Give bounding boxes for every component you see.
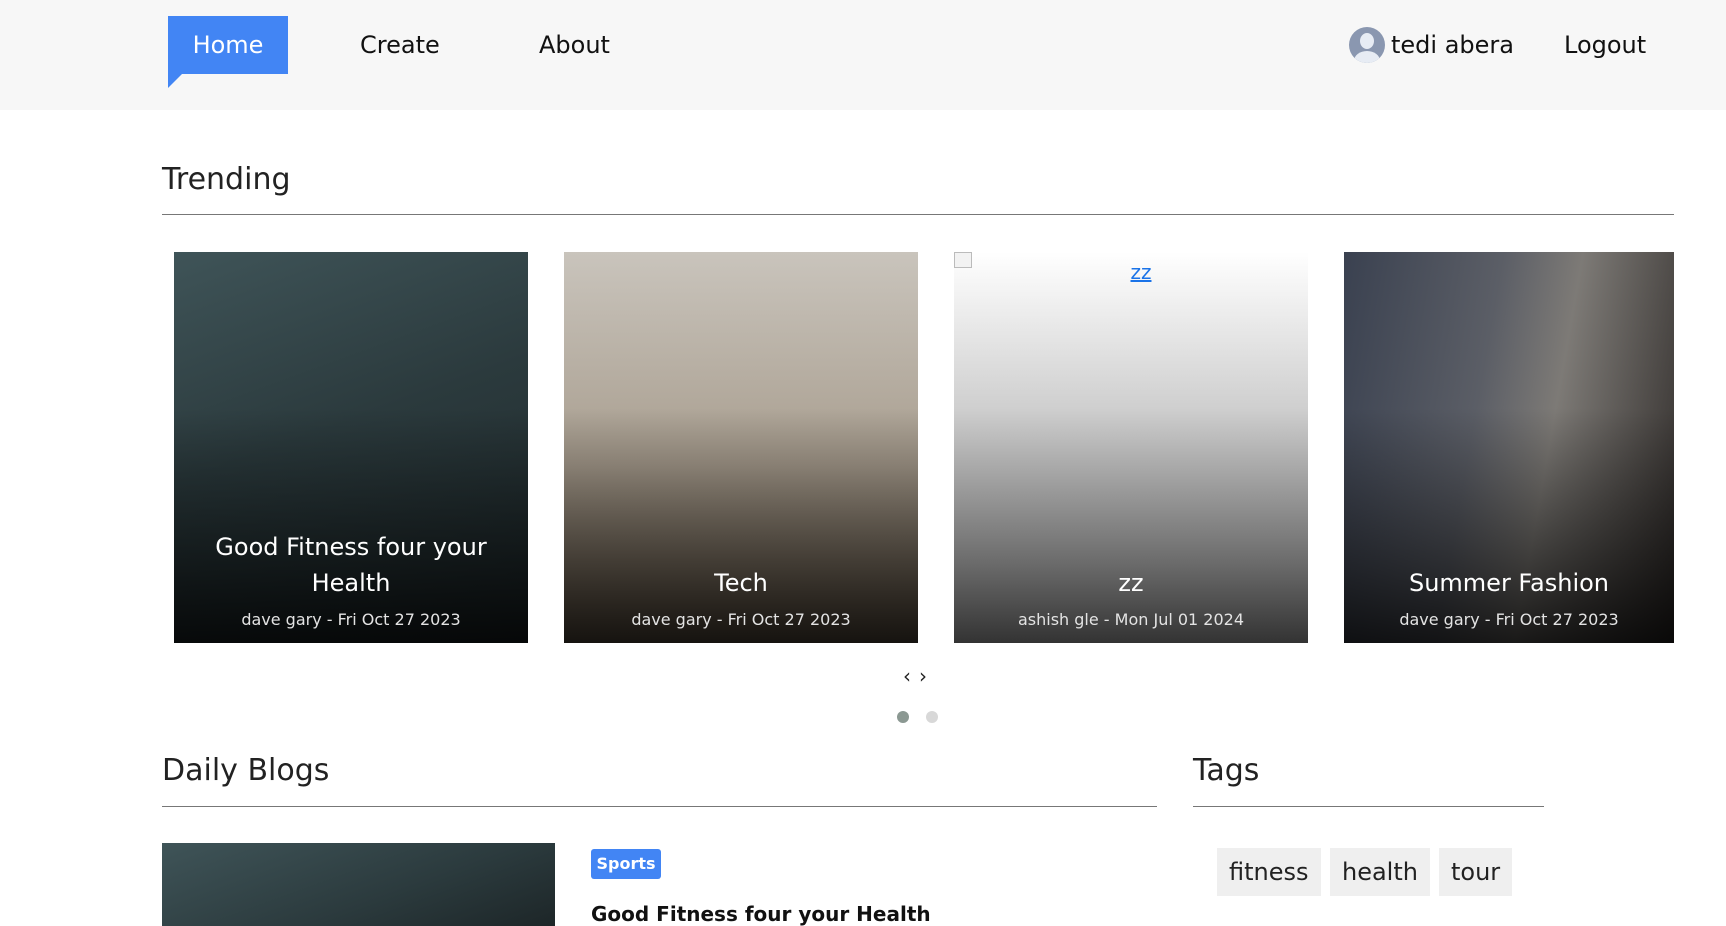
tag-chip[interactable]: tour: [1439, 848, 1513, 896]
trending-divider: [162, 214, 1674, 215]
card-title: Good Fitness four your Health: [215, 533, 487, 597]
nav-create-link[interactable]: Create: [360, 16, 440, 74]
trending-heading: Trending: [162, 162, 291, 197]
trending-card[interactable]: Tech dave gary - Fri Oct 27 2023: [564, 252, 918, 643]
daily-blogs-heading: Daily Blogs: [162, 753, 330, 788]
trending-card[interactable]: zz zz ashish gle - Mon Jul 01 2024: [954, 252, 1308, 643]
card-title: Tech: [714, 569, 768, 597]
tags-heading: Tags: [1193, 753, 1260, 788]
carousel-arrows: ‹›: [903, 664, 935, 688]
avatar-icon: [1349, 27, 1385, 63]
card-meta: dave gary - Fri Oct 27 2023: [631, 610, 851, 629]
tag-chip[interactable]: health: [1330, 848, 1430, 896]
carousel-dot[interactable]: [926, 711, 938, 723]
carousel-prev-icon[interactable]: ‹: [903, 664, 919, 688]
nav-about-link[interactable]: About: [539, 16, 610, 74]
blog-title[interactable]: Good Fitness four your Health: [591, 902, 931, 926]
logout-link[interactable]: Logout: [1564, 26, 1646, 64]
carousel-dot-active[interactable]: [897, 711, 909, 723]
user-name: tedi abera: [1391, 31, 1514, 59]
tags-divider: [1193, 806, 1544, 807]
carousel-next-icon[interactable]: ›: [919, 664, 935, 688]
user-profile-link[interactable]: tedi abera: [1349, 26, 1514, 64]
card-meta: dave gary - Fri Oct 27 2023: [1399, 610, 1619, 629]
tag-chip[interactable]: fitness: [1217, 848, 1321, 896]
card-title: Summer Fashion: [1408, 569, 1610, 597]
navbar: Home Create About tedi abera Logout: [0, 0, 1726, 110]
trending-card[interactable]: Summer Fashion dave gary - Fri Oct 27 20…: [1344, 252, 1674, 643]
card-title: zz: [1118, 569, 1144, 597]
trending-card[interactable]: Good Fitness four your Health dave gary …: [174, 252, 528, 643]
category-badge[interactable]: Sports: [591, 849, 661, 879]
card-meta: ashish gle - Mon Jul 01 2024: [1017, 610, 1245, 629]
card-meta: dave gary - Fri Oct 27 2023: [241, 610, 461, 629]
image-alt-text[interactable]: zz: [954, 260, 1308, 284]
daily-blogs-divider: [162, 806, 1157, 807]
nav-home-link[interactable]: Home: [168, 16, 288, 88]
blog-thumbnail[interactable]: [162, 843, 555, 926]
